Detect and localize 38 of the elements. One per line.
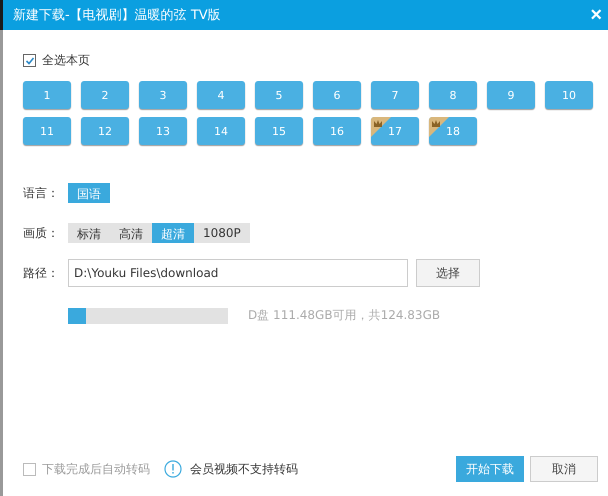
episode-button[interactable]: 15 <box>255 117 303 145</box>
quality-option[interactable]: 标清 <box>68 223 110 243</box>
quality-label: 画质： <box>23 224 60 242</box>
episode-button[interactable]: 18 <box>429 117 477 145</box>
info-icon <box>164 460 182 478</box>
transcode-label: 下载完成后自动转码 <box>42 460 150 478</box>
choose-button[interactable]: 选择 <box>416 259 480 287</box>
episode-button[interactable]: 13 <box>139 117 187 145</box>
episode-button[interactable]: 16 <box>313 117 361 145</box>
language-label: 语言： <box>23 184 60 202</box>
select-all-checkbox[interactable] <box>23 54 36 67</box>
select-all-label: 全选本页 <box>42 52 90 69</box>
quality-option[interactable]: 高清 <box>110 223 152 243</box>
episode-button[interactable]: 11 <box>23 117 71 145</box>
episode-button[interactable]: 4 <box>197 81 245 109</box>
episode-button[interactable]: 8 <box>429 81 477 109</box>
episode-button[interactable]: 2 <box>81 81 129 109</box>
episode-button[interactable]: 12 <box>81 117 129 145</box>
path-label: 路径： <box>23 264 60 282</box>
episode-button[interactable]: 17 <box>371 117 419 145</box>
episode-button[interactable]: 7 <box>371 81 419 109</box>
episode-button[interactable]: 10 <box>545 81 593 109</box>
quality-option[interactable]: 1080P <box>194 223 250 243</box>
episode-button[interactable]: 9 <box>487 81 535 109</box>
episode-button[interactable]: 14 <box>197 117 245 145</box>
window-title: 新建下载-【电视剧】温暖的弦 TV版 <box>13 7 221 24</box>
quality-option[interactable]: 超清 <box>152 223 194 243</box>
disk-space-text: D盘 111.48GB可用，共124.83GB <box>248 307 440 324</box>
cancel-button[interactable]: 取消 <box>530 456 598 482</box>
episode-button[interactable]: 1 <box>23 81 71 109</box>
language-option[interactable]: 国语 <box>68 183 110 203</box>
episode-button[interactable]: 5 <box>255 81 303 109</box>
path-field[interactable]: D:\Youku Files\download <box>68 259 408 287</box>
close-button[interactable]: × <box>590 5 602 25</box>
episode-button[interactable]: 6 <box>313 81 361 109</box>
episode-button[interactable]: 3 <box>139 81 187 109</box>
transcode-note: 会员视频不支持转码 <box>190 460 298 478</box>
start-download-button[interactable]: 开始下载 <box>456 456 524 482</box>
